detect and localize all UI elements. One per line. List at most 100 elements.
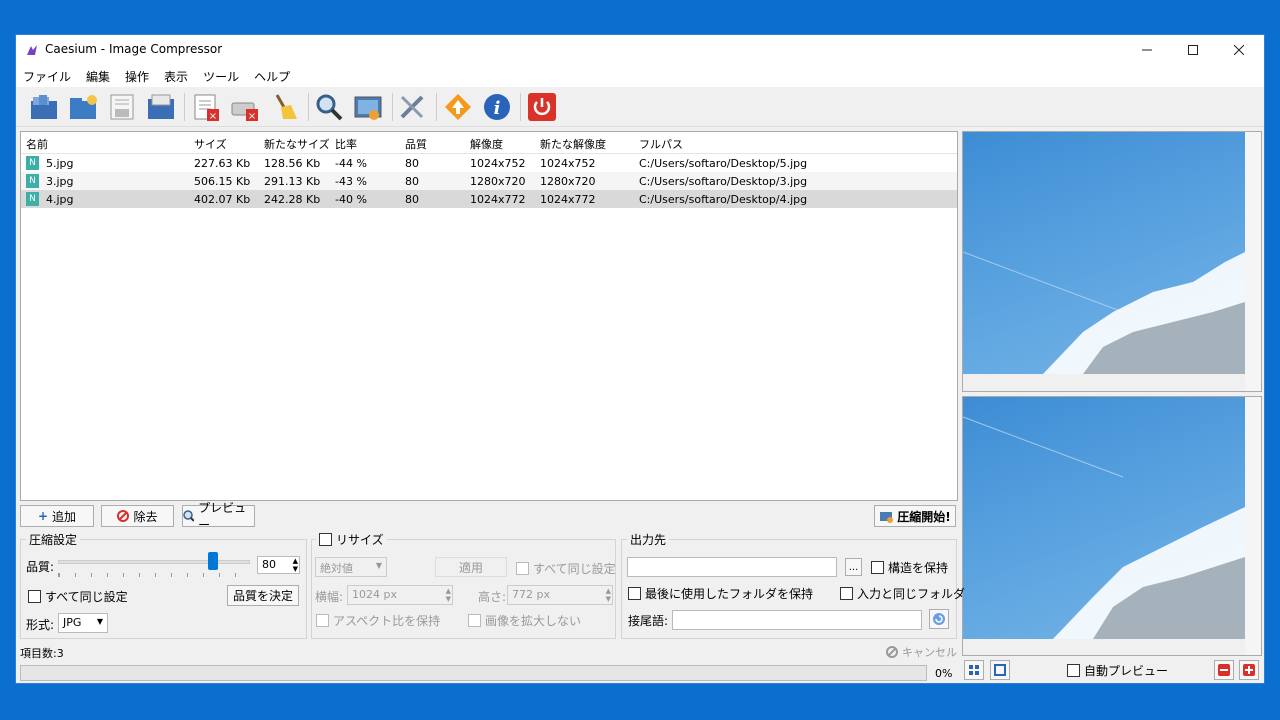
auto-preview-checkbox[interactable]: 自動プレビュー <box>1067 662 1168 679</box>
keep-structure-label: 構造を保持 <box>888 561 949 575</box>
format-label: 形式: <box>26 618 55 632</box>
toolbar-separator <box>520 93 521 121</box>
spin-arrows-icon[interactable]: ▲ ▼ <box>606 587 611 603</box>
column-ratio[interactable]: 比率 <box>335 136 357 152</box>
image-preview-button[interactable] <box>352 91 384 123</box>
column-resolution[interactable]: 解像度 <box>470 136 503 152</box>
quality-slider-thumb[interactable] <box>207 552 218 570</box>
open-file-button[interactable] <box>28 91 60 123</box>
same-as-input-label: 入力と同じフォルダ <box>857 587 966 601</box>
cancel-button[interactable]: キャンセル <box>886 644 957 660</box>
menu-file[interactable]: ファイル <box>16 65 79 87</box>
table-row[interactable]: N 3.jpg 506.15 Kb 291.13 Kb -43 % 80 1280x720 1… <box>21 172 957 190</box>
browse-button[interactable]: ... <box>845 558 862 576</box>
maximize-button[interactable] <box>1170 35 1216 65</box>
save-as-icon <box>148 94 174 119</box>
column-quality[interactable]: 品質 <box>405 136 427 152</box>
height-label: 高さ: <box>478 590 507 604</box>
keep-structure-checkbox[interactable]: 構造を保持 <box>871 559 948 576</box>
app-window: Caesium - Image Compressor ファイル 編集 操作 表示… <box>15 34 1265 684</box>
spin-arrows-icon[interactable]: ▲ ▼ <box>293 557 298 573</box>
minimize-button[interactable] <box>1124 35 1170 65</box>
minus-icon <box>1218 664 1230 676</box>
output-path-input[interactable] <box>627 557 837 577</box>
compression-group-title: 圧縮設定 <box>26 531 81 548</box>
zoom-in-button[interactable] <box>1239 660 1259 680</box>
open-folder-icon <box>70 95 97 119</box>
dropdown-arrow-icon: ▼ <box>375 561 382 570</box>
column-size[interactable]: サイズ <box>194 136 227 152</box>
file-list[interactable]: 名前 サイズ 新たなサイズ 比率 品質 解像度 新たな解像度 フルパス N 5.j… <box>20 131 958 501</box>
quality-slider-track[interactable] <box>58 560 250 564</box>
update-button[interactable] <box>442 91 474 123</box>
preview-scrollbar[interactable] <box>1245 132 1261 391</box>
refresh-suffix-button[interactable] <box>929 609 949 629</box>
format-select[interactable]: JPG ▼ <box>58 613 108 633</box>
table-row[interactable]: N 4.jpg 402.07 Kb 242.28 Kb -40 % 80 1024x772 1… <box>21 190 957 208</box>
resize-same-all-label: すべて同じ設定 <box>533 562 616 576</box>
info-button[interactable]: i <box>481 91 513 123</box>
table-cell: 1280x720 <box>470 175 526 188</box>
resize-checkbox[interactable]: リサイズ <box>316 531 387 548</box>
menu-help[interactable]: ヘルプ <box>247 65 298 87</box>
resize-same-all-checkbox[interactable]: すべて同じ設定 <box>516 560 616 577</box>
cancel-label: キャンセル <box>902 646 957 659</box>
item-count: 項目数:3 <box>20 647 64 660</box>
suffix-input[interactable] <box>672 610 922 630</box>
fit-icon <box>969 665 979 675</box>
cancel-icon <box>886 646 898 658</box>
table-cell: -44 % <box>335 157 367 170</box>
no-enlarge-checkbox[interactable]: 画像を拡大しない <box>468 612 581 629</box>
open-folder-button[interactable] <box>67 91 99 123</box>
table-row[interactable]: N 5.jpg 227.63 Kb 128.56 Kb -44 % 80 1024x752 1… <box>21 154 957 172</box>
zoom-out-button[interactable] <box>1214 660 1234 680</box>
clean-button[interactable] <box>268 91 300 123</box>
height-input[interactable]: 772 px ▲ ▼ <box>507 585 613 605</box>
spin-arrows-icon[interactable]: ▲ ▼ <box>446 587 451 603</box>
menu-edit[interactable]: 編集 <box>79 65 118 87</box>
keep-aspect-checkbox[interactable]: アスペクト比を保持 <box>316 612 440 629</box>
menu-view[interactable]: 表示 <box>157 65 196 87</box>
save-button[interactable] <box>106 91 138 123</box>
menu-tools[interactable]: ツール <box>196 65 247 87</box>
compress-button[interactable]: 圧縮開始! <box>874 505 956 527</box>
resize-mode-value: 絶対値 <box>320 562 353 575</box>
height-value: 772 px <box>512 588 550 601</box>
menu-action[interactable]: 操作 <box>118 65 157 87</box>
column-new-resolution[interactable]: 新たな解像度 <box>540 136 606 152</box>
close-button[interactable] <box>1216 35 1262 65</box>
broom-icon <box>275 94 297 119</box>
file-icon: N <box>26 156 39 170</box>
settings-button[interactable] <box>397 91 429 123</box>
file-icon: N <box>26 174 39 188</box>
width-input[interactable]: 1024 px ▲ ▼ <box>347 585 453 605</box>
clear-list-button[interactable]: × <box>229 91 261 123</box>
remove-button[interactable]: 除去 <box>101 505 174 527</box>
remove-item-button[interactable]: × <box>190 91 222 123</box>
search-preview-button[interactable] <box>313 91 345 123</box>
keep-last-folder-checkbox[interactable]: 最後に使用したフォルダを保持 <box>628 585 813 602</box>
save-icon <box>110 94 134 120</box>
column-full-path[interactable]: フルパス <box>639 136 683 152</box>
keep-last-folder-label: 最後に使用したフォルダを保持 <box>645 587 814 601</box>
compressed-preview-panel <box>962 396 1262 656</box>
set-quality-button[interactable]: 品質を決定 <box>227 585 299 606</box>
preview-button[interactable]: プレビュー <box>182 501 255 532</box>
fullsize-preview-button[interactable] <box>990 660 1010 680</box>
same-all-checkbox[interactable]: すべて同じ設定 <box>28 588 128 605</box>
same-all-label: すべて同じ設定 <box>45 590 128 604</box>
table-cell: 5.jpg <box>46 157 74 170</box>
column-name[interactable]: 名前 <box>26 136 48 152</box>
save-as-button[interactable] <box>145 91 177 123</box>
add-button[interactable]: + 追加 <box>20 505 94 527</box>
forbidden-icon <box>117 510 130 522</box>
exit-button[interactable] <box>526 91 558 123</box>
same-as-input-checkbox[interactable]: 入力と同じフォルダ <box>840 585 965 602</box>
preview-scrollbar[interactable] <box>1245 397 1261 655</box>
apply-button[interactable]: 適用 <box>435 557 507 577</box>
resize-mode-select[interactable]: 絶対値 ▼ <box>315 557 387 577</box>
caesium-logo-icon <box>27 45 37 55</box>
column-new-size[interactable]: 新たなサイズ <box>264 136 330 152</box>
quality-spinbox[interactable]: 80 ▲ ▼ <box>257 556 300 574</box>
fit-preview-button[interactable] <box>964 660 984 680</box>
